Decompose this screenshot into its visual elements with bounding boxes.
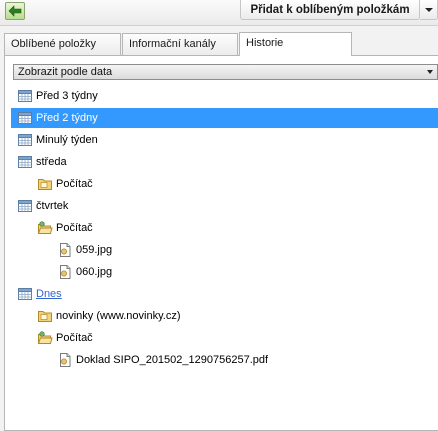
calendar-icon (17, 132, 33, 148)
history-item-label: Doklad SIPO_201502_1290756257.pdf (76, 354, 269, 366)
history-item-label: Počítač (56, 222, 93, 234)
history-item-label: Před 3 týdny (36, 90, 98, 102)
view-by-value: Zobrazit podle data (18, 66, 113, 78)
history-item[interactable]: Počítač (5, 174, 438, 194)
back-button[interactable] (5, 2, 25, 20)
calendar-icon (17, 110, 33, 126)
tab-feeds[interactable]: Informační kanály (122, 33, 238, 55)
history-item[interactable]: Počítač (5, 328, 438, 348)
history-item-label: čtvrtek (36, 200, 69, 212)
site-folder-icon (37, 308, 53, 324)
calendar-icon (17, 286, 33, 302)
history-item[interactable]: Počítač (5, 218, 438, 238)
computer-folder-icon (37, 176, 53, 192)
file-icon (57, 264, 73, 280)
history-panel: Zobrazit podle data Před 3 týdny Před 2 t… (4, 55, 438, 431)
history-item-label: novinky (www.novinky.cz) (56, 310, 181, 322)
history-item[interactable]: 059.jpg (5, 240, 438, 260)
history-item-label: Minulý týden (36, 134, 98, 146)
history-item-label: středa (36, 156, 67, 168)
history-item[interactable]: středa (5, 152, 438, 172)
computer-folder-open-icon (37, 330, 53, 346)
history-item[interactable]: Před 2 týdny (11, 108, 438, 128)
calendar-icon (17, 198, 33, 214)
add-to-favorites-dropdown[interactable] (420, 0, 438, 20)
file-icon (57, 352, 73, 368)
history-item-label: Dnes (36, 288, 62, 300)
tab-favorites[interactable]: Oblíbené položky (4, 33, 121, 55)
tab-history[interactable]: Historie (239, 32, 352, 56)
history-item[interactable]: čtvrtek (5, 196, 438, 216)
back-arrow-icon (8, 5, 22, 17)
history-item-label: 059.jpg (76, 244, 113, 256)
history-item-label: Počítač (56, 178, 93, 190)
history-item-label: Počítač (56, 332, 93, 344)
calendar-icon (17, 88, 33, 104)
view-by-select[interactable]: Zobrazit podle data (13, 64, 438, 80)
favorites-toolbar: Přidat k oblíbeným položkám (0, 0, 438, 26)
history-item[interactable]: Minulý týden (5, 130, 438, 150)
history-item[interactable]: Doklad SIPO_201502_1290756257.pdf (5, 350, 438, 370)
calendar-icon (17, 154, 33, 170)
history-item-label: 060.jpg (76, 266, 113, 278)
chevron-down-icon (427, 70, 433, 74)
file-icon (57, 242, 73, 258)
history-item[interactable]: novinky (www.novinky.cz) (5, 306, 438, 326)
add-to-favorites-button[interactable]: Přidat k oblíbeným položkám (240, 0, 420, 20)
computer-folder-open-icon (37, 220, 53, 236)
history-item[interactable]: Před 3 týdny (5, 86, 438, 106)
history-item-label: Před 2 týdny (36, 112, 98, 124)
history-item[interactable]: 060.jpg (5, 262, 438, 282)
history-item[interactable]: Dnes (5, 284, 438, 304)
